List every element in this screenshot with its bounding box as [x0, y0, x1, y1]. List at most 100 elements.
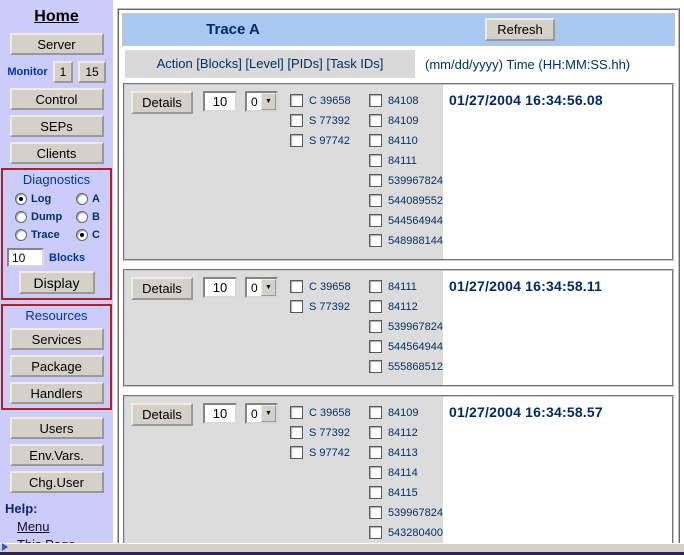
- checkbox-icon[interactable]: [290, 300, 303, 313]
- checkbox-icon[interactable]: [369, 174, 382, 187]
- task-checkbox-item: 84112: [369, 426, 443, 439]
- pid-checkbox-label: C 39658: [309, 281, 351, 293]
- pid-checkbox-label: S 97742: [309, 135, 350, 147]
- radio-button-icon[interactable]: [76, 229, 88, 241]
- help-menu-link[interactable]: Menu: [17, 519, 113, 534]
- page-title: Trace A: [123, 21, 343, 38]
- radio-dump[interactable]: Dump: [15, 211, 62, 223]
- home-link[interactable]: Home: [34, 8, 78, 26]
- chevron-down-icon[interactable]: ▼: [261, 405, 276, 422]
- checkbox-icon[interactable]: [369, 300, 382, 313]
- chevron-down-icon[interactable]: ▼: [261, 93, 276, 110]
- blocks-row: Blocks: [7, 248, 110, 267]
- radio-c-label: C: [92, 229, 100, 241]
- radio-row: Log A: [3, 193, 110, 205]
- checkbox-icon[interactable]: [290, 426, 303, 439]
- checkbox-icon[interactable]: [369, 154, 382, 167]
- radio-button-icon[interactable]: [76, 211, 88, 223]
- monitor-1-button[interactable]: 1: [53, 61, 74, 83]
- handlers-button[interactable]: Handlers: [10, 382, 104, 404]
- details-button[interactable]: Details: [131, 277, 193, 300]
- task-checkbox-item: 84112: [369, 300, 443, 313]
- task-checkbox-label: 544089552: [388, 195, 443, 207]
- level-dropdown[interactable]: 0 ▼: [245, 91, 278, 112]
- checkbox-icon[interactable]: [369, 446, 382, 459]
- checkbox-icon[interactable]: [369, 214, 382, 227]
- package-button[interactable]: Package: [10, 355, 104, 377]
- task-checkbox-label: 84113: [388, 447, 418, 459]
- level-dropdown[interactable]: 0 ▼: [245, 277, 278, 298]
- checkbox-icon[interactable]: [369, 406, 382, 419]
- checkbox-icon[interactable]: [369, 466, 382, 479]
- radio-button-icon[interactable]: [76, 193, 88, 205]
- radio-log[interactable]: Log: [15, 193, 51, 205]
- control-button[interactable]: Control: [10, 88, 104, 110]
- services-button[interactable]: Services: [10, 328, 104, 350]
- entry-controls: Details 0 ▼ C 39658S 77392S 97742 841098…: [125, 397, 443, 547]
- checkbox-icon[interactable]: [369, 340, 382, 353]
- details-button[interactable]: Details: [131, 91, 193, 114]
- task-checkbox-list: 8411184112539967824544564944555868512: [369, 277, 443, 380]
- chg-user-button[interactable]: Chg.User: [10, 471, 104, 493]
- horizontal-scrollbar[interactable]: [0, 543, 684, 555]
- radio-button-icon[interactable]: [15, 229, 27, 241]
- trace-entry: Details 0 ▼ C 39658 S 77392 8411184112539…: [123, 269, 674, 387]
- level-value: 0: [247, 279, 261, 296]
- task-checkbox-label: 543280400: [388, 527, 443, 539]
- checkbox-icon[interactable]: [290, 446, 303, 459]
- column-header-row: Action [Blocks] [Level] [PIDs] [Task IDs…: [122, 49, 675, 79]
- clients-button[interactable]: Clients: [10, 142, 104, 164]
- radio-b[interactable]: B: [76, 211, 100, 223]
- radio-button-icon[interactable]: [15, 193, 27, 205]
- server-button[interactable]: Server: [10, 33, 104, 55]
- task-checkbox-item: 84109: [369, 114, 443, 127]
- entry-timestamp: 01/27/2004 16:34:56.08: [449, 92, 603, 108]
- task-checkbox-item: 84115: [369, 486, 443, 499]
- radio-trace[interactable]: Trace: [15, 229, 60, 241]
- entry-timestamp: 01/27/2004 16:34:58.57: [449, 404, 603, 420]
- checkbox-icon[interactable]: [369, 526, 382, 539]
- blocks-input[interactable]: [7, 248, 44, 267]
- pid-checkbox-item: S 77392: [290, 426, 361, 439]
- checkbox-icon[interactable]: [369, 280, 382, 293]
- seps-button[interactable]: SEPs: [10, 115, 104, 137]
- entry-timestamp: 01/27/2004 16:34:58.11: [449, 278, 602, 294]
- details-button[interactable]: Details: [131, 403, 193, 426]
- checkbox-icon[interactable]: [369, 506, 382, 519]
- checkbox-icon[interactable]: [369, 320, 382, 333]
- chevron-down-icon[interactable]: ▼: [261, 279, 276, 296]
- env-vars-button[interactable]: Env.Vars.: [10, 444, 104, 466]
- checkbox-icon[interactable]: [290, 134, 303, 147]
- entry-blocks-input[interactable]: [203, 403, 237, 424]
- pid-checkbox-item: C 39658: [290, 94, 361, 107]
- checkbox-icon[interactable]: [369, 114, 382, 127]
- radio-c[interactable]: C: [76, 229, 100, 241]
- entry-blocks-input[interactable]: [203, 277, 237, 298]
- checkbox-icon[interactable]: [369, 234, 382, 247]
- checkbox-icon[interactable]: [369, 94, 382, 107]
- monitor-15-button[interactable]: 15: [78, 61, 105, 83]
- checkbox-icon[interactable]: [369, 194, 382, 207]
- checkbox-icon[interactable]: [369, 426, 382, 439]
- task-checkbox-item: 539967824: [369, 174, 443, 187]
- refresh-button[interactable]: Refresh: [485, 18, 555, 41]
- display-button[interactable]: Display: [19, 271, 95, 294]
- radio-row: Dump B: [3, 211, 110, 223]
- task-checkbox-label: 84112: [388, 301, 418, 313]
- radio-button-icon[interactable]: [15, 211, 27, 223]
- checkbox-icon[interactable]: [290, 406, 303, 419]
- task-checkbox-label: 84115: [388, 487, 418, 499]
- entry-blocks-input[interactable]: [203, 91, 237, 112]
- checkbox-icon[interactable]: [369, 486, 382, 499]
- checkbox-icon[interactable]: [290, 280, 303, 293]
- users-button[interactable]: Users: [10, 417, 104, 439]
- radio-a-label: A: [92, 193, 100, 205]
- radio-a[interactable]: A: [76, 193, 100, 205]
- checkbox-icon[interactable]: [369, 360, 382, 373]
- pid-checkbox-item: S 77392: [290, 300, 361, 313]
- checkbox-icon[interactable]: [290, 114, 303, 127]
- checkbox-icon[interactable]: [369, 134, 382, 147]
- checkbox-icon[interactable]: [290, 94, 303, 107]
- level-dropdown[interactable]: 0 ▼: [245, 403, 278, 424]
- pid-checkbox-list: C 39658S 77392S 97742: [290, 403, 361, 466]
